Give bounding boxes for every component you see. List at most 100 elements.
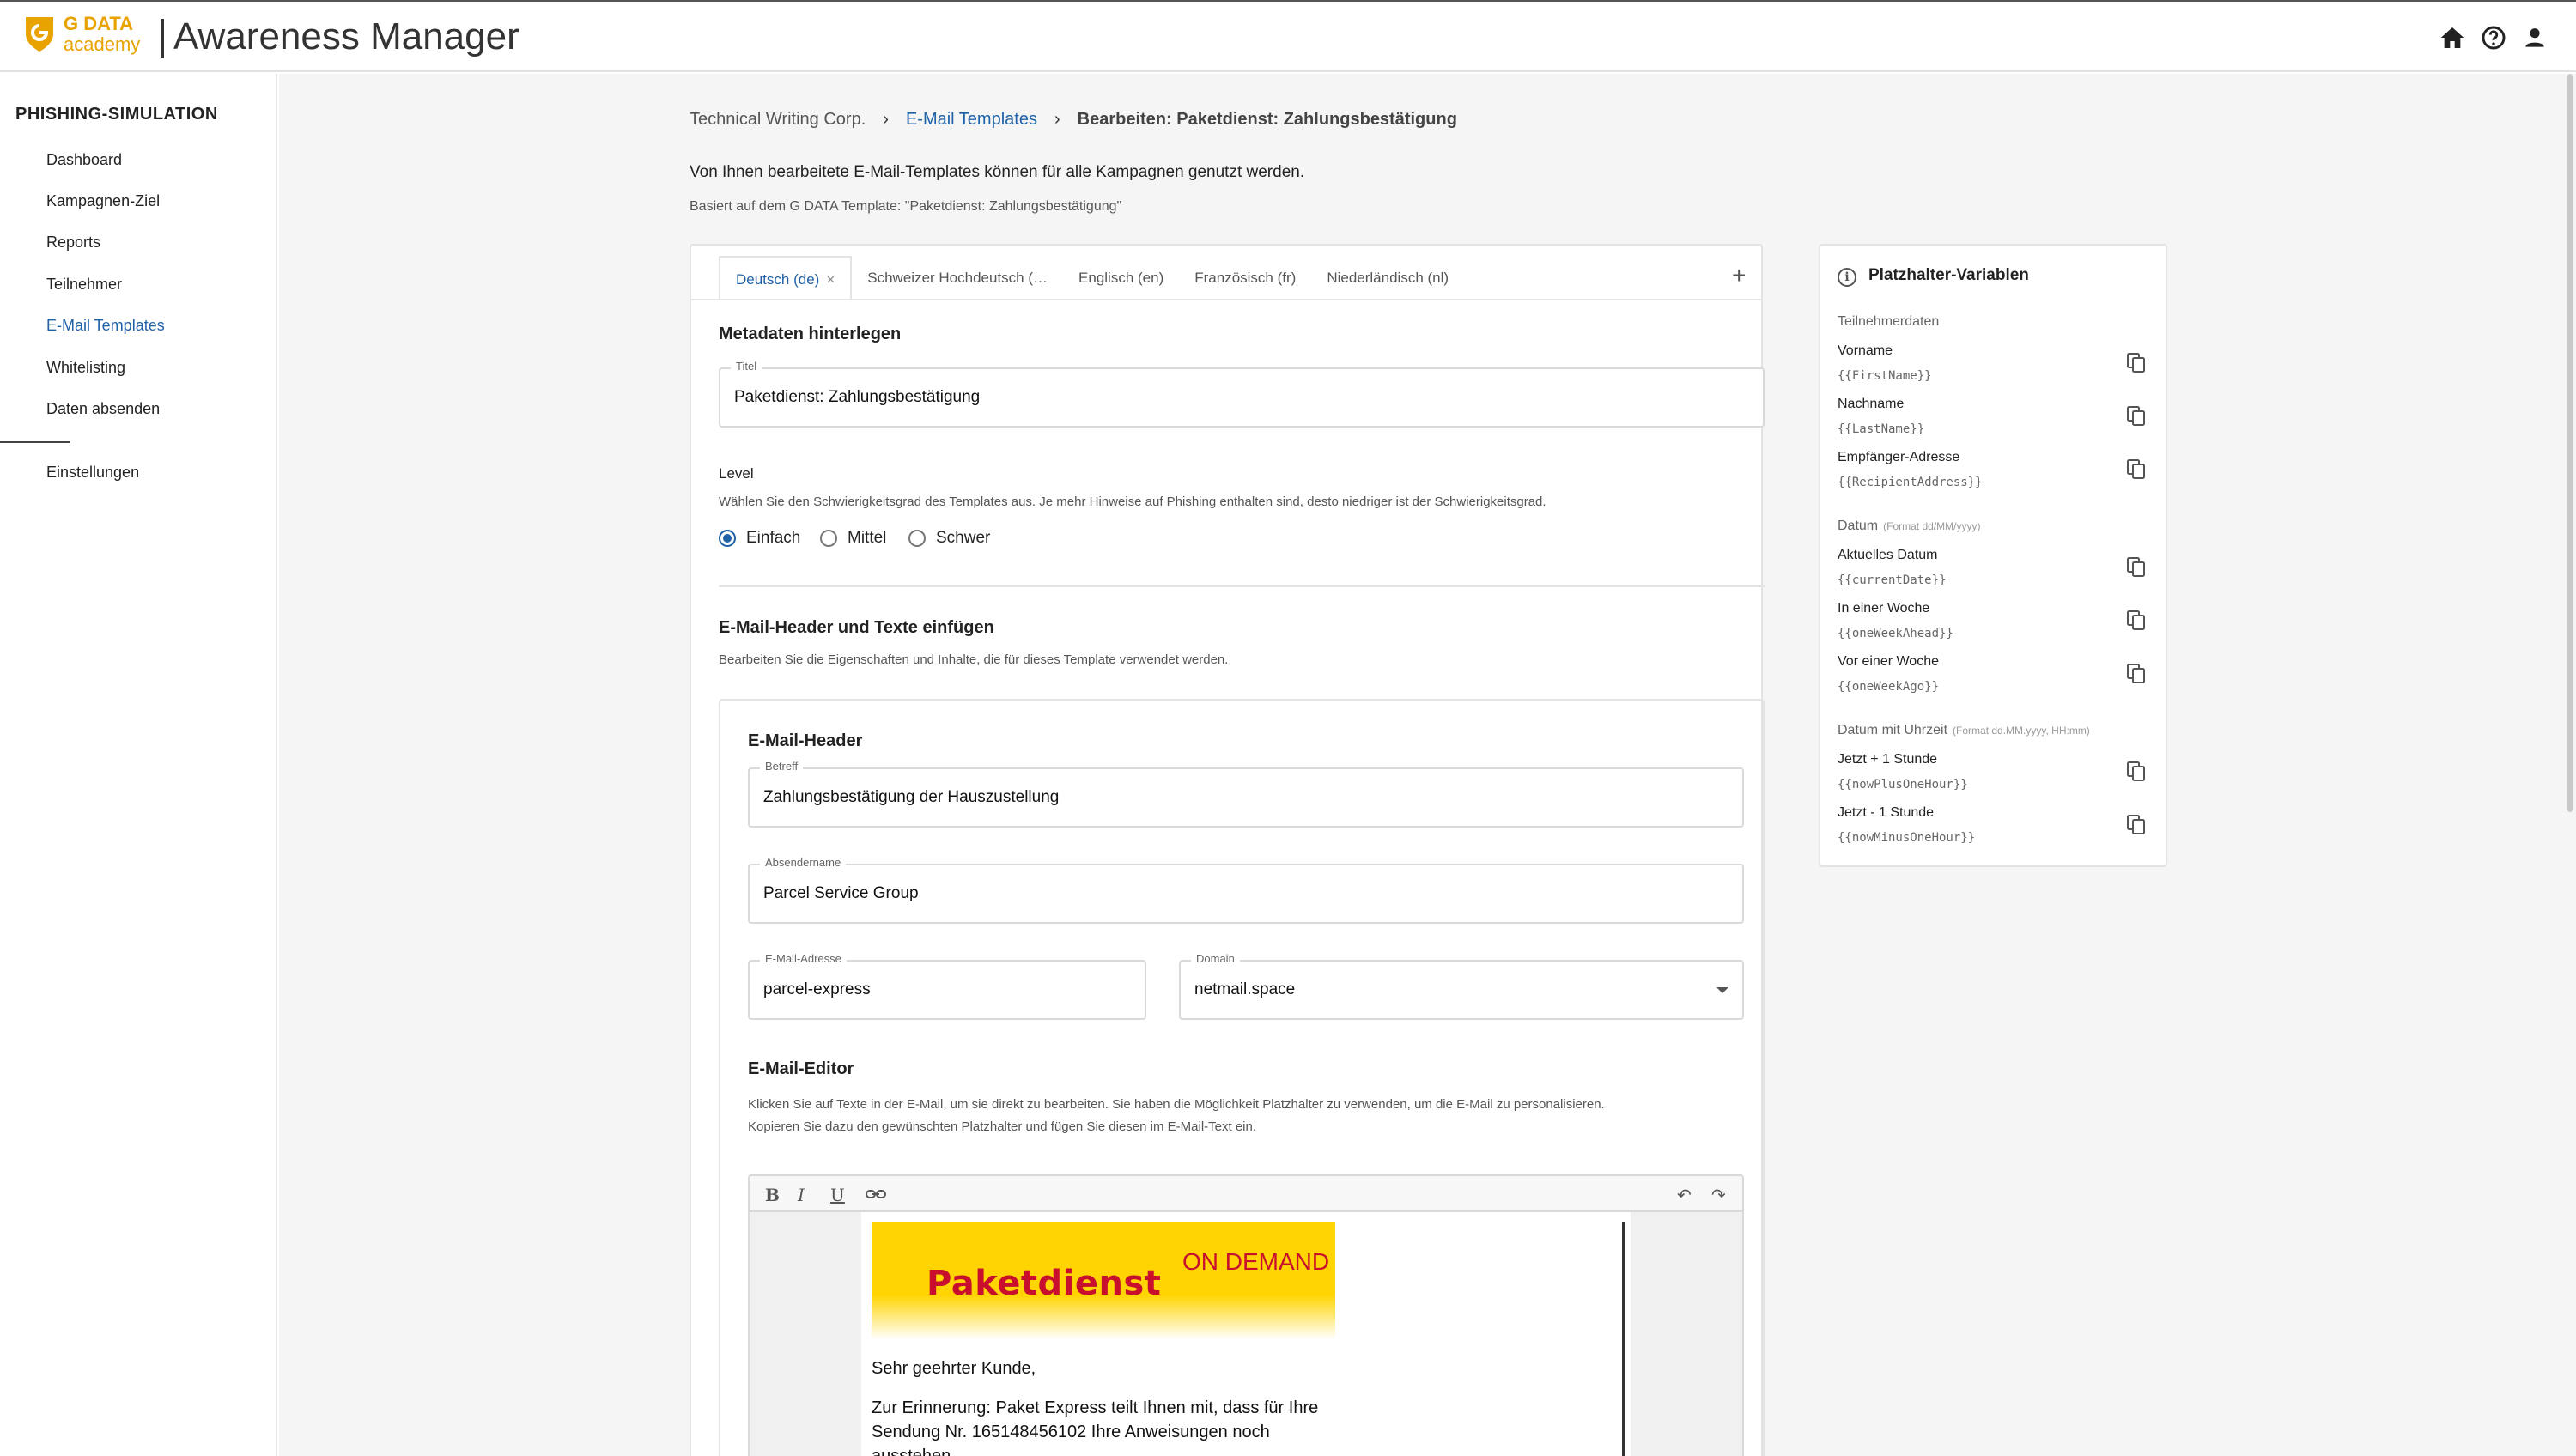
breadcrumb-current: Bearbeiten: Paketdienst: Zahlungsbestäti… — [1077, 110, 1457, 129]
template-source-text: Basiert auf dem G DATA Template: "Paketd… — [690, 199, 1122, 214]
betreff-value: Zahlungsbestätigung der Hauszustellung — [763, 788, 1060, 806]
editor-help-line2: Kopieren Sie dazu den gewünschten Platzh… — [748, 1119, 1257, 1134]
email-editor-title: E-Mail-Editor — [748, 1059, 854, 1078]
copy-icon[interactable] — [2126, 405, 2147, 428]
mail-header-box: E-Mail-Header Betreff Zahlungsbestätigun… — [719, 699, 1765, 1456]
metadata-title: Metadaten hinterlegen — [719, 325, 902, 343]
sidebar-item-einstellungen[interactable]: Einstellungen — [46, 464, 139, 482]
italic-icon[interactable]: I — [798, 1185, 805, 1205]
var-code: {{oneWeekAgo}} — [1838, 680, 1940, 694]
var-name: Empfänger-Adresse — [1838, 450, 1960, 464]
radio-label: Mittel — [848, 529, 887, 547]
email-body[interactable]: Paketdienst ON DEMAND Sehr geehrter Kund… — [861, 1212, 1631, 1456]
sidebar-item-dashboard[interactable]: Dashboard — [46, 151, 122, 169]
tab-schweizer-hochdeutsch[interactable]: Schweizer Hochdeutsch (… — [852, 256, 1063, 300]
add-language-icon[interactable]: + — [1732, 263, 1746, 288]
dropdown-arrow-icon[interactable] — [1716, 987, 1728, 993]
sidebar-item-kampagnen-ziel[interactable]: Kampagnen-Ziel — [46, 192, 160, 210]
email-greeting[interactable]: Sehr geehrter Kunde, — [872, 1356, 1036, 1380]
banner-title: Paketdienst — [927, 1264, 1162, 1303]
sidebar-item-teilnehmer[interactable]: Teilnehmer — [46, 276, 122, 294]
info-icon: i — [1838, 268, 1856, 287]
bold-icon[interactable]: B — [765, 1185, 780, 1205]
email-address-field[interactable]: E-Mail-Adresse parcel-express — [748, 952, 1146, 1020]
banner-subtitle: ON DEMAND — [1182, 1248, 1330, 1275]
var-name: Jetzt + 1 Stunde — [1838, 752, 1938, 767]
sidebar-divider — [0, 441, 70, 443]
copy-icon[interactable] — [2126, 814, 2147, 836]
mail-section-title: E-Mail-Header und Texte einfügen — [719, 618, 994, 637]
section-divider — [719, 585, 1765, 587]
var-code: {{nowMinusOneHour}} — [1838, 831, 1976, 845]
breadcrumb-email-templates[interactable]: E-Mail Templates — [906, 110, 1037, 130]
copy-icon[interactable] — [2126, 458, 2147, 481]
var-code: {{FirstName}} — [1838, 369, 1932, 383]
radio-einfach[interactable]: Einfach — [719, 529, 800, 548]
sidebar: PHISHING-SIMULATION Dashboard Kampagnen-… — [0, 74, 277, 1456]
var-code: {{LastName}} — [1838, 422, 1925, 436]
breadcrumb-root[interactable]: Technical Writing Corp. — [690, 110, 866, 130]
var-name: In einer Woche — [1838, 601, 1930, 616]
radio-unchecked-icon — [820, 530, 837, 547]
home-icon[interactable] — [2439, 24, 2466, 52]
tab-englisch[interactable]: Englisch (en) — [1063, 256, 1179, 300]
var-name: Vor einer Woche — [1838, 654, 1939, 669]
var-code: {{nowPlusOneHour}} — [1838, 778, 1968, 792]
breadcrumb: Technical Writing Corp. › E-Mail Templat… — [690, 110, 1457, 130]
sidebar-item-daten-absenden[interactable]: Daten absenden — [46, 400, 160, 418]
sidebar-item-reports[interactable]: Reports — [46, 234, 100, 252]
redo-icon[interactable]: ↷ — [1711, 1185, 1726, 1205]
email-body-line1[interactable]: Zur Erinnerung: Paket Express teilt Ihne… — [872, 1396, 1318, 1420]
copy-icon[interactable] — [2126, 352, 2147, 374]
gdata-logo[interactable]: G DATA academy — [22, 14, 140, 55]
sidebar-item-whitelisting[interactable]: Whitelisting — [46, 359, 125, 377]
underline-icon[interactable]: U — [830, 1185, 845, 1205]
copy-icon[interactable] — [2126, 761, 2147, 783]
titel-field[interactable]: Titel Paketdienst: Zahlungsbestätigung — [719, 360, 1765, 428]
radio-checked-icon — [719, 530, 736, 547]
close-icon[interactable]: × — [826, 271, 835, 288]
betreff-field[interactable]: Betreff Zahlungsbestätigung der Hauszust… — [748, 760, 1744, 828]
radio-label: Schwer — [936, 529, 991, 547]
editor-scrollbar[interactable] — [1622, 1222, 1625, 1456]
copy-icon[interactable] — [2126, 556, 2147, 579]
chevron-right-icon: › — [883, 110, 889, 129]
email-body-line2[interactable]: Sendung Nr. 165148456102 Ihre Anweisunge… — [872, 1420, 1270, 1444]
tab-franzoesisch[interactable]: Französisch (fr) — [1179, 256, 1311, 300]
domain-value: netmail.space — [1194, 980, 1296, 998]
tab-deutsch[interactable]: Deutsch (de) × — [719, 256, 853, 300]
copy-icon[interactable] — [2126, 610, 2147, 632]
var-name: Vorname — [1838, 343, 1893, 358]
absendername-field[interactable]: Absendername Parcel Service Group — [748, 856, 1744, 924]
panel-title: Platzhalter-Variablen — [1868, 266, 2029, 284]
sidebar-item-email-templates[interactable]: E-Mail Templates — [46, 317, 165, 335]
radio-schwer[interactable]: Schwer — [908, 529, 990, 548]
var-name: Nachname — [1838, 397, 1905, 411]
title-divider — [161, 19, 164, 58]
titel-value: Paketdienst: Zahlungsbestätigung — [734, 388, 981, 406]
undo-icon[interactable]: ↶ — [1677, 1185, 1692, 1205]
radio-unchecked-icon — [908, 530, 926, 547]
help-icon[interactable] — [2480, 24, 2507, 52]
var-name: Aktuelles Datum — [1838, 548, 1938, 562]
user-icon[interactable] — [2521, 24, 2549, 52]
shield-logo-icon — [26, 17, 53, 52]
radio-mittel[interactable]: Mittel — [820, 529, 886, 548]
email-editor-area[interactable]: Paketdienst ON DEMAND Sehr geehrter Kund… — [748, 1212, 1744, 1456]
page-scrollbar[interactable] — [2567, 74, 2573, 812]
domain-select[interactable]: Domain netmail.space — [1179, 952, 1744, 1020]
link-icon[interactable] — [865, 1186, 887, 1202]
logo-text-academy: academy — [64, 33, 141, 55]
group-datum: Datum (Format dd/MM/yyyy) — [1838, 519, 1981, 533]
editor-help-line1: Klicken Sie auf Texte in der E-Mail, um … — [748, 1097, 1605, 1112]
email-body-line3[interactable]: ausstehen. — [872, 1444, 956, 1456]
var-code: {{currentDate}} — [1838, 573, 1947, 587]
intro-text: Von Ihnen bearbeitete E-Mail-Templates k… — [690, 163, 1305, 181]
level-label: Level — [719, 465, 754, 482]
radio-label: Einfach — [746, 529, 801, 547]
copy-icon[interactable] — [2126, 663, 2147, 685]
sidebar-heading: PHISHING-SIMULATION — [15, 105, 218, 124]
tab-niederlaendisch[interactable]: Niederländisch (nl) — [1311, 256, 1464, 300]
tab-underline — [691, 299, 1761, 300]
top-bar: G DATA academy Awareness Manager — [0, 0, 2576, 72]
